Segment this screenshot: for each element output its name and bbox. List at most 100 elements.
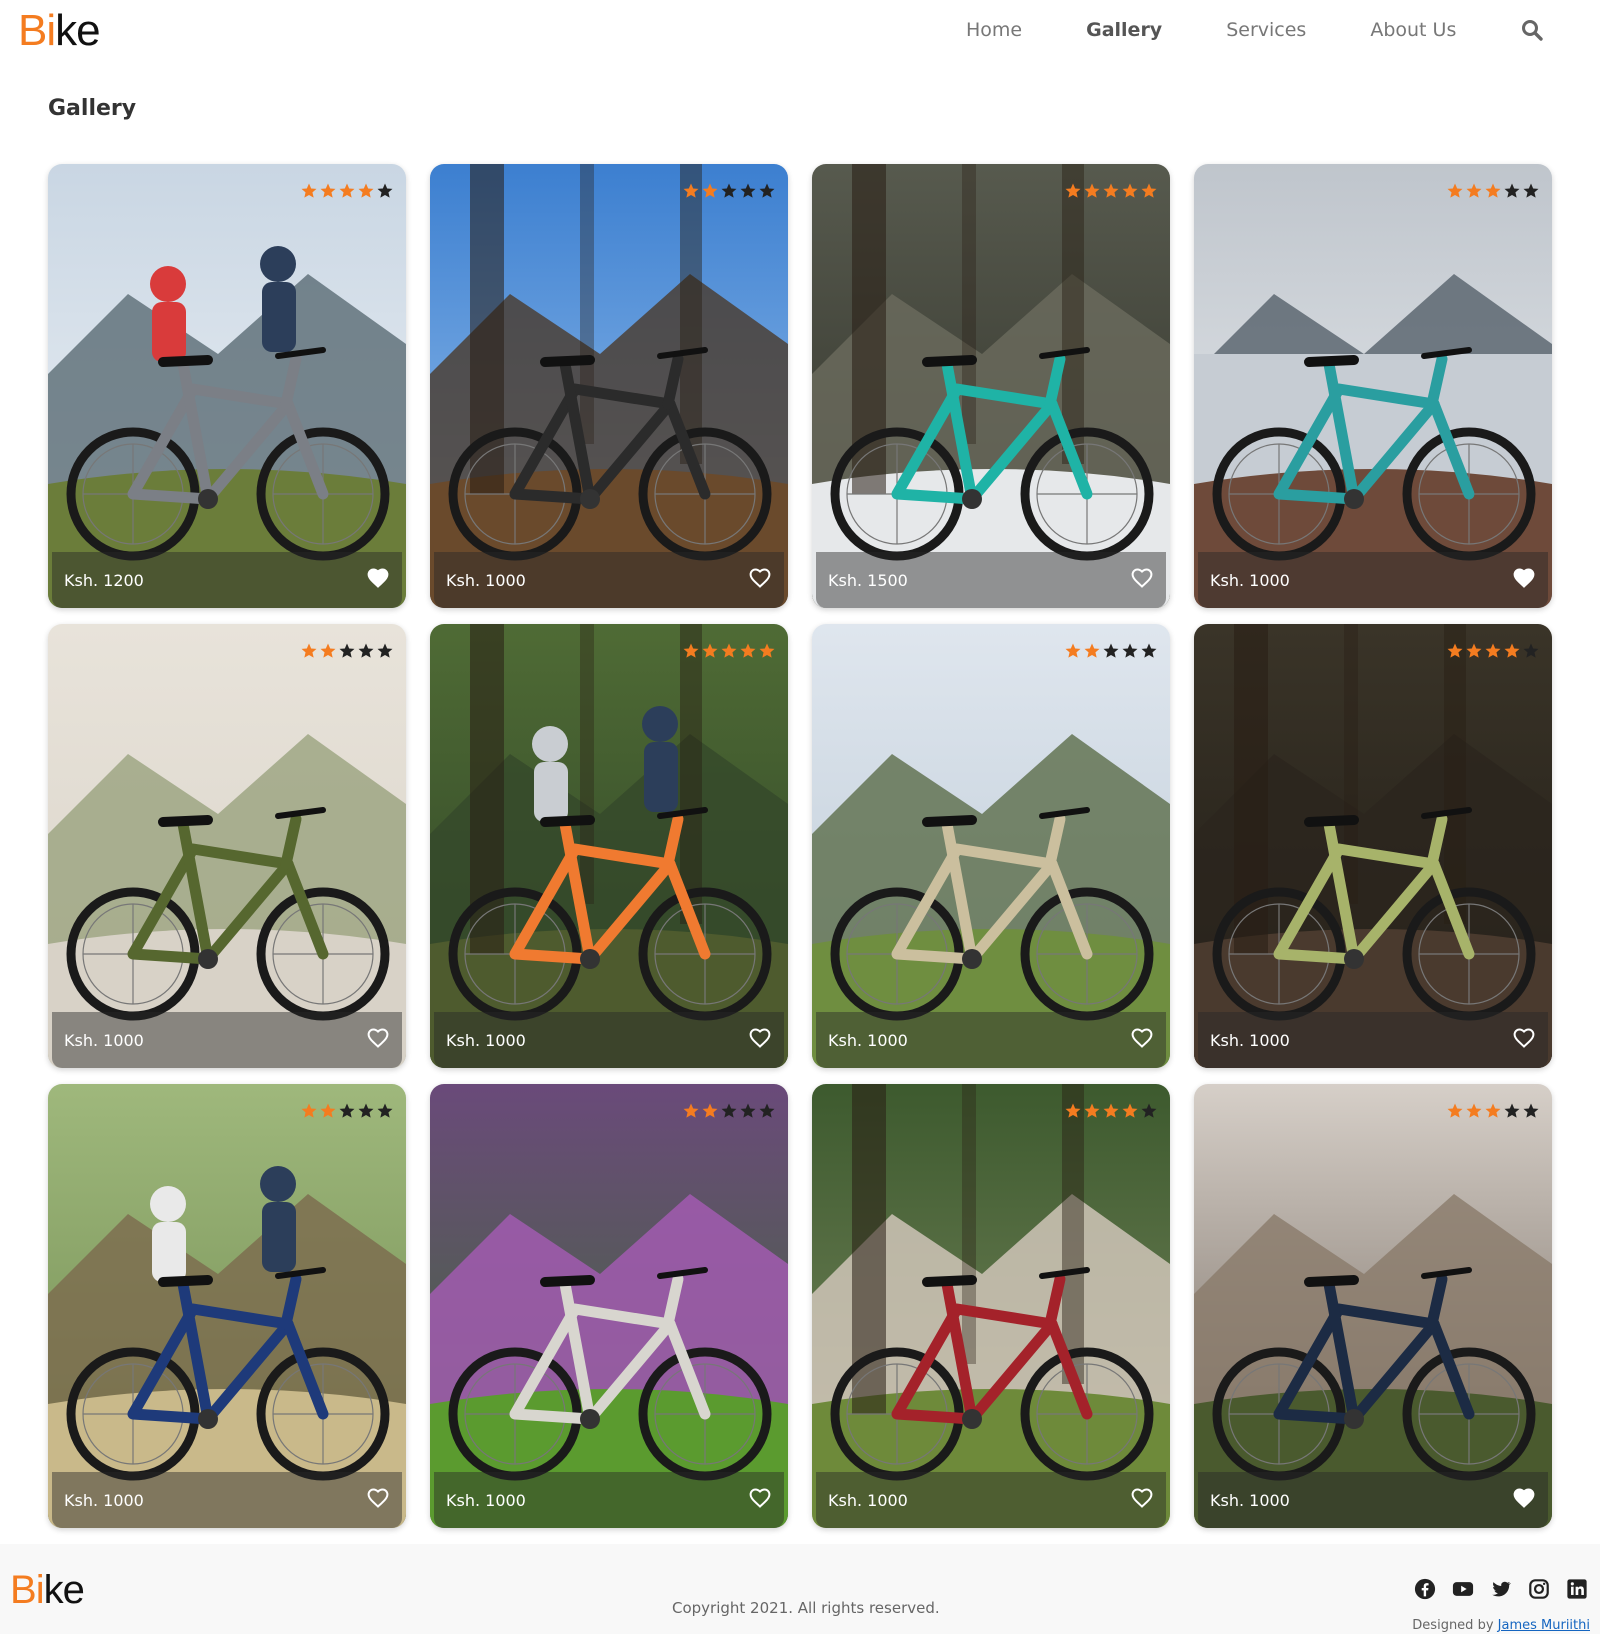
star-icon xyxy=(759,1103,775,1118)
heart-icon[interactable] xyxy=(1512,1026,1536,1050)
heart-icon[interactable] xyxy=(748,1486,772,1510)
price-bar: Ksh. 1000 xyxy=(816,1012,1166,1068)
star-icon xyxy=(1504,183,1520,198)
star-icon xyxy=(1466,1103,1482,1118)
price-label: Ksh. 1000 xyxy=(828,1491,908,1510)
logo-letter-i: i xyxy=(46,6,56,55)
gallery-card[interactable]: Ksh. 1000 xyxy=(1194,624,1552,1068)
gallery-card[interactable]: Ksh. 1200 xyxy=(48,164,406,608)
brand-logo[interactable]: Bike xyxy=(18,6,101,56)
star-icon xyxy=(1141,643,1157,658)
heart-icon[interactable] xyxy=(366,1026,390,1050)
price-label: Ksh. 1000 xyxy=(446,571,526,590)
nav-home[interactable]: Home xyxy=(966,17,1022,43)
star-icon xyxy=(339,643,355,658)
instagram-icon[interactable] xyxy=(1528,1578,1550,1600)
gallery-grid: Ksh. 1200 Ksh. 1000 Ksh. 1500 Ksh. 1000 … xyxy=(48,164,1554,1528)
nav-gallery[interactable]: Gallery xyxy=(1086,17,1162,43)
star-icon xyxy=(702,1103,718,1118)
twitter-icon[interactable] xyxy=(1490,1578,1512,1600)
gallery-card[interactable]: Ksh. 1000 xyxy=(1194,1084,1552,1528)
gallery-card[interactable]: Ksh. 1000 xyxy=(430,1084,788,1528)
heart-icon[interactable] xyxy=(748,566,772,590)
star-icon xyxy=(320,1103,336,1118)
main-nav: Home Gallery Services About Us xyxy=(966,17,1544,43)
star-icon xyxy=(1466,643,1482,658)
bike-photo xyxy=(430,164,788,608)
gallery-card[interactable]: Ksh. 1000 xyxy=(48,1084,406,1528)
copyright-text: Copyright 2021. All rights reserved. xyxy=(672,1599,940,1617)
price-bar: Ksh. 1000 xyxy=(52,1012,402,1068)
gallery-card[interactable]: Ksh. 1000 xyxy=(48,624,406,1068)
star-icon xyxy=(1447,1103,1463,1118)
logo-rest: ke xyxy=(55,6,100,55)
star-icon xyxy=(1141,183,1157,198)
star-icon xyxy=(759,643,775,658)
heart-icon[interactable] xyxy=(748,1026,772,1050)
gallery-card[interactable]: Ksh. 1000 xyxy=(430,624,788,1068)
price-label: Ksh. 1500 xyxy=(828,571,908,590)
linkedin-icon[interactable] xyxy=(1566,1578,1588,1600)
gallery-card[interactable]: Ksh. 1000 xyxy=(430,164,788,608)
youtube-icon[interactable] xyxy=(1452,1578,1474,1600)
heart-icon[interactable] xyxy=(1512,566,1536,590)
star-icon xyxy=(1103,183,1119,198)
star-icon xyxy=(377,183,393,198)
gallery-card[interactable]: Ksh. 1000 xyxy=(812,624,1170,1068)
star-icon xyxy=(683,1103,699,1118)
price-label: Ksh. 1000 xyxy=(1210,571,1290,590)
star-icon xyxy=(702,643,718,658)
star-icon xyxy=(358,183,374,198)
price-bar: Ksh. 1000 xyxy=(1198,1012,1548,1068)
star-rating xyxy=(299,1102,394,1120)
heart-icon[interactable] xyxy=(366,1486,390,1510)
bike-photo xyxy=(430,1084,788,1528)
gallery-card[interactable]: Ksh. 1500 xyxy=(812,164,1170,608)
star-icon xyxy=(320,643,336,658)
nav-about-us[interactable]: About Us xyxy=(1370,17,1456,43)
facebook-icon[interactable] xyxy=(1414,1578,1436,1600)
star-icon xyxy=(1447,643,1463,658)
search-icon[interactable] xyxy=(1520,18,1544,42)
star-icon xyxy=(1122,643,1138,658)
star-icon xyxy=(1141,1103,1157,1118)
designer-credit-prefix: Designed by xyxy=(1412,1618,1498,1633)
price-bar: Ksh. 1000 xyxy=(434,1012,784,1068)
star-icon xyxy=(740,1103,756,1118)
star-icon xyxy=(721,1103,737,1118)
star-rating xyxy=(1445,1102,1540,1120)
price-label: Ksh. 1000 xyxy=(64,1031,144,1050)
price-label: Ksh. 1000 xyxy=(64,1491,144,1510)
heart-icon[interactable] xyxy=(1512,1486,1536,1510)
price-label: Ksh. 1000 xyxy=(1210,1031,1290,1050)
star-icon xyxy=(759,183,775,198)
site-footer: Bike Copyright 2021. All rights reserved… xyxy=(0,1544,1600,1634)
footer-logo[interactable]: Bike xyxy=(10,1568,85,1612)
star-rating xyxy=(1063,642,1158,660)
star-icon xyxy=(1084,1103,1100,1118)
price-label: Ksh. 1000 xyxy=(1210,1491,1290,1510)
gallery-card[interactable]: Ksh. 1000 xyxy=(812,1084,1170,1528)
price-bar: Ksh. 1000 xyxy=(434,1472,784,1528)
star-icon xyxy=(1122,183,1138,198)
star-icon xyxy=(721,183,737,198)
designer-link[interactable]: James Muriithi xyxy=(1498,1618,1590,1633)
nav-services[interactable]: Services xyxy=(1226,17,1306,43)
price-bar: Ksh. 1000 xyxy=(1198,552,1548,608)
bike-photo xyxy=(812,1084,1170,1528)
heart-icon[interactable] xyxy=(1130,1026,1154,1050)
star-icon xyxy=(358,643,374,658)
star-icon xyxy=(1485,1103,1501,1118)
star-icon xyxy=(1084,643,1100,658)
star-icon xyxy=(1523,643,1539,658)
heart-icon[interactable] xyxy=(1130,1486,1154,1510)
star-icon xyxy=(1485,183,1501,198)
gallery-card[interactable]: Ksh. 1000 xyxy=(1194,164,1552,608)
heart-icon[interactable] xyxy=(1130,566,1154,590)
heart-icon[interactable] xyxy=(366,566,390,590)
price-bar: Ksh. 1000 xyxy=(52,1472,402,1528)
star-rating xyxy=(681,1102,776,1120)
footer-logo-letter-b: B xyxy=(10,1568,37,1612)
social-links xyxy=(1414,1578,1600,1600)
star-rating xyxy=(1063,182,1158,200)
